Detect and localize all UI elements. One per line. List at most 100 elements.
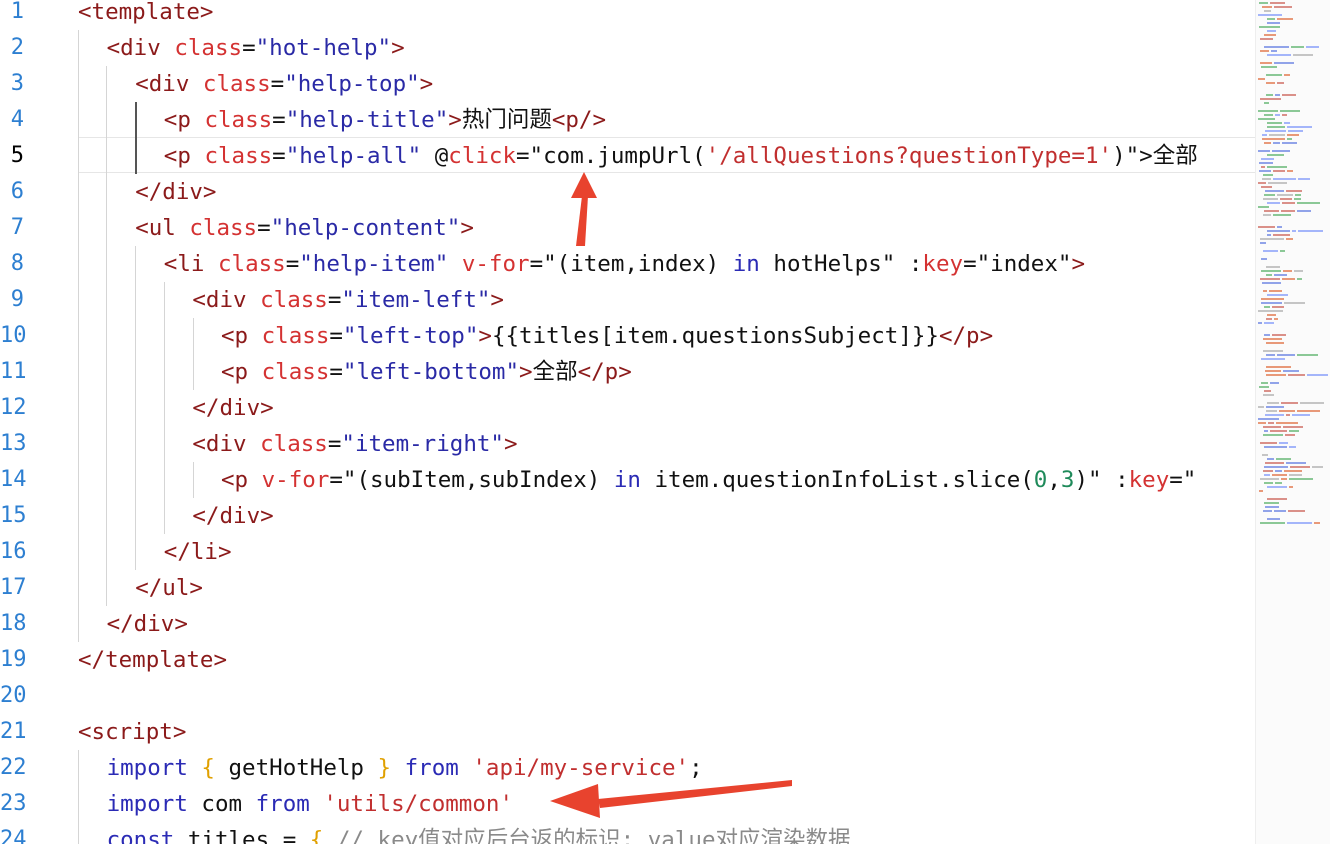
code-line[interactable]: 2 <div class="hot-help"> xyxy=(0,30,1255,66)
minimap-stroke xyxy=(1267,166,1287,168)
code-text[interactable]: </li> xyxy=(164,534,232,570)
code-token: = xyxy=(329,359,343,385)
code-line[interactable]: 18 </div> xyxy=(0,606,1255,642)
code-token: <template> xyxy=(78,0,214,25)
code-token: )">全部 xyxy=(1112,143,1198,169)
minimap-stroke xyxy=(1306,46,1319,48)
code-text[interactable]: <ul class="help-content"> xyxy=(135,210,474,246)
minimap-stroke xyxy=(1274,274,1287,276)
code-line[interactable]: 4 <p class="help-title">热门问题<p/> xyxy=(0,102,1255,138)
code-line[interactable]: 22 import { getHotHelp } from 'api/my-ser… xyxy=(0,750,1255,786)
minimap-stroke xyxy=(1267,458,1274,460)
minimap-stroke xyxy=(1297,210,1311,212)
code-text[interactable]: <div class="help-top"> xyxy=(135,66,433,102)
code-text[interactable]: <p class="left-bottom">全部</p> xyxy=(221,354,632,390)
minimap-stroke xyxy=(1272,334,1286,336)
code-line[interactable]: 21 <script> xyxy=(0,714,1255,750)
code-text[interactable]: </template> xyxy=(78,642,227,678)
code-line[interactable]: 3 <div class="help-top"> xyxy=(0,66,1255,102)
minimap-stroke xyxy=(1260,98,1281,100)
minimap[interactable] xyxy=(1255,0,1330,844)
code-token: </ul> xyxy=(135,575,203,601)
code-line[interactable]: 19 </template> xyxy=(0,642,1255,678)
code-line[interactable]: 13 <div class="item-right"> xyxy=(0,426,1255,462)
code-line[interactable]: 1 <template> xyxy=(0,0,1255,30)
code-token: = xyxy=(257,215,271,241)
code-line[interactable]: 6 </div> xyxy=(0,174,1255,210)
code-token: "hot-help" xyxy=(255,35,392,61)
minimap-stroke xyxy=(1266,342,1284,344)
code-line[interactable]: 8 <li class="help-item" v-for="(item,inde… xyxy=(0,246,1255,282)
code-text[interactable]: </div> xyxy=(192,498,273,534)
code-token: '/allQuestions?questionType=1' xyxy=(705,143,1113,169)
code-token: "item-right" xyxy=(341,431,504,457)
code-text[interactable]: <p class="help-title">热门问题<p/> xyxy=(164,102,606,138)
minimap-stroke xyxy=(1270,430,1287,432)
code-text[interactable]: <p class="left-top">{{titles[item.questi… xyxy=(221,318,993,354)
code-text[interactable]: <script> xyxy=(78,714,186,750)
code-line[interactable]: 7 <ul class="help-content"> xyxy=(0,210,1255,246)
minimap-stroke xyxy=(1294,270,1303,272)
code-token: } xyxy=(377,755,392,781)
code-token: const xyxy=(106,827,175,844)
code-text[interactable]: <div class="hot-help"> xyxy=(107,30,405,66)
code-editor[interactable]: 1 <template> 2 <div class="hot-help"> 3 <div … xyxy=(0,0,1255,844)
code-line[interactable]: 12 </div> xyxy=(0,390,1255,426)
line-number: 19 xyxy=(0,647,27,672)
minimap-stroke xyxy=(1258,422,1266,424)
code-token: in xyxy=(732,251,760,277)
code-text[interactable]: <div class="item-right"> xyxy=(192,426,517,462)
code-line[interactable]: 15 </div> xyxy=(0,498,1255,534)
minimap-stroke xyxy=(1266,354,1275,356)
minimap-stroke xyxy=(1297,202,1320,204)
code-token: class xyxy=(217,251,286,277)
minimap-stroke xyxy=(1272,150,1290,152)
minimap-stroke xyxy=(1274,318,1278,320)
code-text[interactable]: import com from 'utils/common' xyxy=(107,786,513,822)
code-text[interactable]: <div class="item-left"> xyxy=(192,282,504,318)
code-line[interactable]: 20 xyxy=(0,678,1255,714)
code-text[interactable]: const titles = { // key值对应后台返的标识; value对… xyxy=(107,822,851,844)
code-text[interactable]: <p class="help-all" @click="com.jumpUrl(… xyxy=(164,138,1198,174)
code-line[interactable]: 17 </ul> xyxy=(0,570,1255,606)
code-line[interactable]: 24 const titles = { // key值对应后台返的标识; valu… xyxy=(0,822,1255,844)
code-line[interactable]: 16 </li> xyxy=(0,534,1255,570)
code-text[interactable]: </div> xyxy=(192,390,273,426)
minimap-stroke xyxy=(1264,46,1289,48)
code-line[interactable]: 11 <p class="left-bottom">全部</p> xyxy=(0,354,1255,390)
line-number: 16 xyxy=(0,539,27,564)
minimap-stroke xyxy=(1267,22,1280,24)
code-text[interactable]: import { getHotHelp } from 'api/my-servi… xyxy=(107,750,703,786)
minimap-stroke xyxy=(1289,446,1296,448)
minimap-stroke xyxy=(1277,226,1282,228)
code-token: class xyxy=(174,35,243,61)
code-token: > xyxy=(448,107,462,133)
code-text[interactable]: <p v-for="(subItem,subIndex) in item.que… xyxy=(221,462,1196,498)
code-token: 全部 xyxy=(532,359,578,385)
minimap-stroke xyxy=(1262,138,1285,140)
code-text[interactable]: </ul> xyxy=(135,570,203,606)
code-text[interactable]: </div> xyxy=(135,174,216,210)
minimap-stroke xyxy=(1262,6,1272,8)
line-number: 15 xyxy=(0,503,27,528)
minimap-stroke xyxy=(1275,114,1280,116)
code-token: // key值对应后台返的标识; value对应渲染数据 xyxy=(336,827,851,844)
minimap-stroke xyxy=(1260,278,1280,280)
code-line[interactable]: 9 <div class="item-left"> xyxy=(0,282,1255,318)
code-token: > xyxy=(490,287,504,313)
code-token: from xyxy=(255,791,310,817)
minimap-stroke xyxy=(1266,82,1275,84)
code-text[interactable]: <template> xyxy=(78,0,213,30)
code-token: class xyxy=(204,143,273,169)
code-line[interactable]: 23 import com from 'utils/common' xyxy=(0,786,1255,822)
code-text[interactable]: </div> xyxy=(107,606,188,642)
code-line[interactable]: 10 <p class="left-top">{{titles[item.ques… xyxy=(0,318,1255,354)
minimap-stroke xyxy=(1286,190,1302,192)
minimap-stroke xyxy=(1264,446,1287,448)
code-text[interactable]: <li class="help-item" v-for="(item,index… xyxy=(164,246,1085,282)
code-token: ="index" xyxy=(963,251,1072,277)
code-line[interactable]: 5 <p class="help-all" @click="com.jumpUrl… xyxy=(0,138,1255,174)
minimap-stroke xyxy=(1282,202,1295,204)
code-line[interactable]: 14 <p v-for="(subItem,subIndex) in item.q… xyxy=(0,462,1255,498)
minimap-stroke xyxy=(1258,110,1278,112)
